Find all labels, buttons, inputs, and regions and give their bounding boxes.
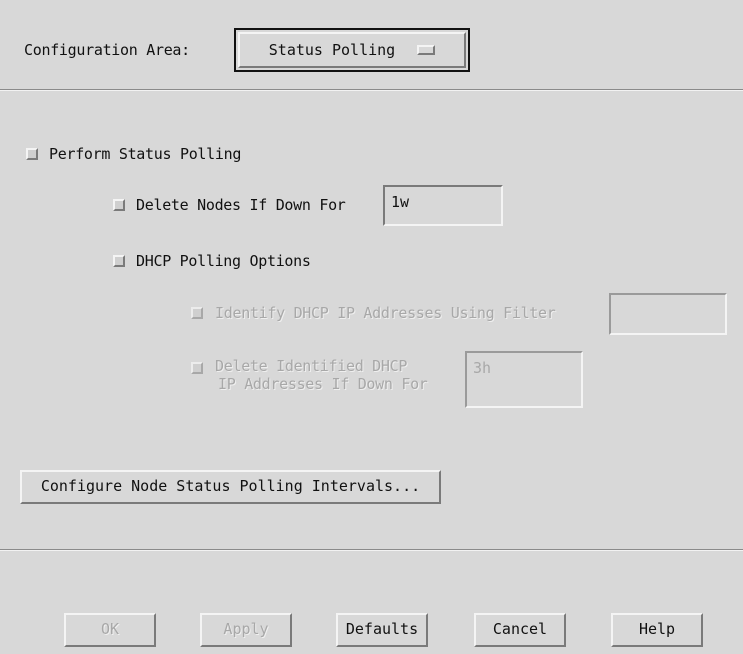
help-button[interactable]: Help [611, 613, 703, 647]
delete-identified-dhcp-field[interactable]: 3h [465, 351, 583, 408]
configure-node-status-polling-intervals-button[interactable]: Configure Node Status Polling Intervals.… [20, 470, 441, 504]
configuration-area-menu[interactable]: Status Polling [234, 28, 470, 72]
delete-nodes-value: 1w [391, 193, 410, 211]
option-menu-indicator-icon [417, 45, 436, 55]
identify-dhcp-checkbox[interactable] [191, 307, 203, 319]
cancel-button[interactable]: Cancel [474, 613, 566, 647]
footer-separator [0, 549, 743, 551]
delete-identified-dhcp-label-line2: IP Addresses If Down For [218, 375, 428, 393]
ok-button[interactable]: OK [64, 613, 156, 647]
defaults-button[interactable]: Defaults [336, 613, 428, 647]
configuration-area-value: Status Polling [268, 41, 396, 59]
apply-button[interactable]: Apply [200, 613, 292, 647]
delete-nodes-field[interactable]: 1w [383, 185, 503, 226]
perform-status-polling-label: Perform Status Polling [49, 145, 242, 163]
header-separator [0, 89, 743, 91]
delete-nodes-label: Delete Nodes If Down For [136, 196, 346, 214]
perform-status-polling-checkbox[interactable] [26, 148, 38, 160]
delete-identified-dhcp-checkbox[interactable] [191, 362, 203, 374]
delete-nodes-checkbox[interactable] [113, 199, 125, 211]
dhcp-polling-options-checkbox[interactable] [113, 255, 125, 267]
identify-dhcp-label: Identify DHCP IP Addresses Using Filter [215, 304, 556, 322]
delete-identified-dhcp-label-line1: Delete Identified DHCP [215, 357, 408, 375]
status-polling-dialog: Configuration Area: Status Polling Perfo… [0, 0, 743, 654]
identify-dhcp-filter-field[interactable] [609, 293, 727, 335]
configuration-area-label: Configuration Area: [24, 41, 190, 59]
dhcp-polling-options-label: DHCP Polling Options [136, 252, 311, 270]
delete-identified-dhcp-value: 3h [473, 359, 492, 377]
